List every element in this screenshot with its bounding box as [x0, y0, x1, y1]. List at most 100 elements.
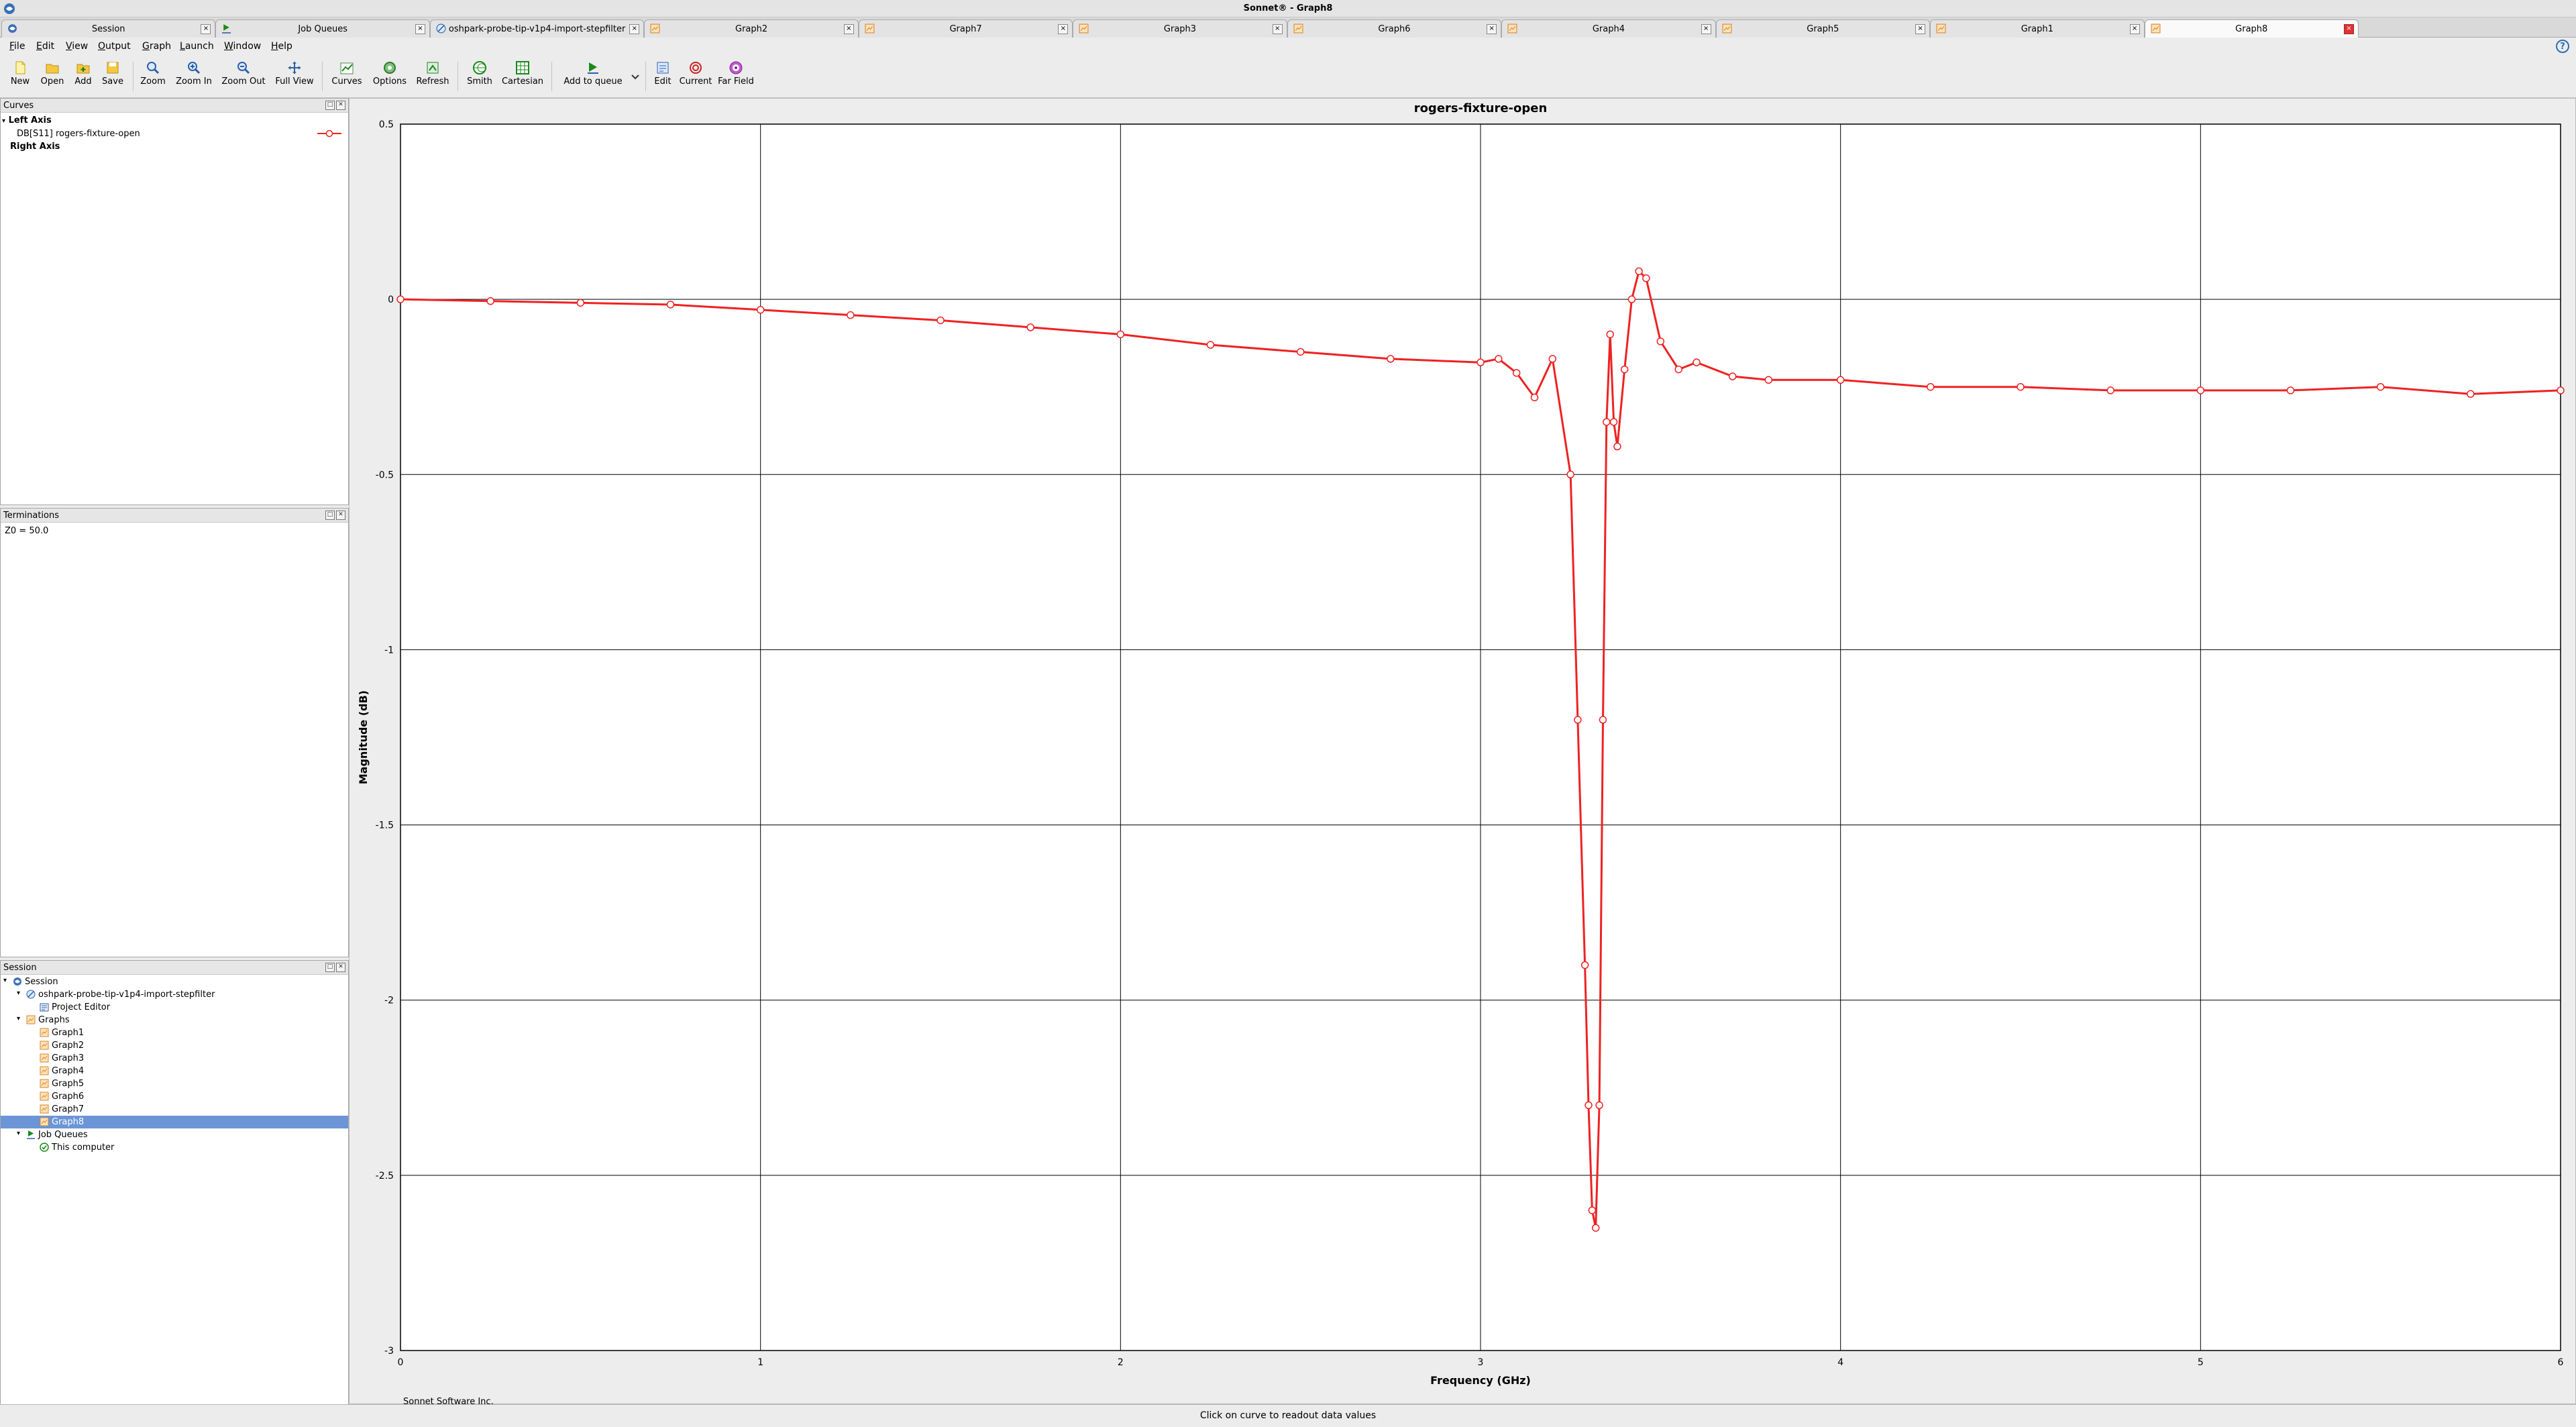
- close-icon[interactable]: ✕: [336, 963, 345, 972]
- data-point[interactable]: [1530, 393, 1539, 402]
- save-button[interactable]: Save: [99, 58, 126, 95]
- curves-button[interactable]: Curves: [327, 58, 366, 95]
- data-point[interactable]: [1635, 267, 1643, 276]
- restore-icon[interactable]: □: [325, 963, 335, 972]
- data-point[interactable]: [1512, 369, 1521, 377]
- data-point[interactable]: [396, 295, 405, 303]
- data-point[interactable]: [1495, 355, 1503, 363]
- expand-arrow-icon[interactable]: ▾: [3, 977, 7, 984]
- tree-item-project-editor[interactable]: Project Editor: [1, 1001, 348, 1014]
- data-point[interactable]: [1674, 365, 1682, 374]
- expand-arrow-icon[interactable]: ▾: [17, 1130, 20, 1137]
- curve-entry[interactable]: DB[S11] rogers-fixture-open: [17, 129, 140, 139]
- data-point[interactable]: [1656, 337, 1665, 346]
- data-point[interactable]: [1620, 365, 1629, 374]
- data-point[interactable]: [1477, 358, 1485, 366]
- data-point[interactable]: [1836, 376, 1845, 384]
- tab-graph5[interactable]: Graph5 ×: [1715, 19, 1931, 38]
- tab-graph3[interactable]: Graph3 ×: [1073, 19, 1287, 38]
- tree-item-this-computer[interactable]: This computer: [1, 1141, 348, 1154]
- options-button[interactable]: Options: [370, 58, 409, 95]
- tab-close-icon[interactable]: ×: [1487, 24, 1497, 34]
- data-point[interactable]: [2106, 386, 2114, 394]
- menu-help[interactable]: Help: [271, 41, 292, 52]
- tree-item-oshpark-probe-tip-v1p4-import-stepfilter[interactable]: ▾ oshpark-probe-tip-v1p4-import-stepfilte…: [1, 988, 348, 1001]
- add-button[interactable]: Add: [70, 58, 97, 95]
- add-to-queue-button[interactable]: Add to queue: [558, 58, 628, 95]
- tab-close-icon[interactable]: ×: [415, 24, 425, 34]
- right-axis-node[interactable]: Right Axis: [10, 142, 60, 152]
- tab-close-icon[interactable]: ×: [1915, 24, 1926, 34]
- data-point[interactable]: [756, 306, 765, 314]
- data-point[interactable]: [1588, 1206, 1597, 1214]
- menu-view[interactable]: View: [66, 41, 88, 52]
- tree-item-graph3[interactable]: Graph3: [1, 1052, 348, 1065]
- cartesian-button[interactable]: Cartesian: [499, 58, 546, 95]
- data-point[interactable]: [2196, 386, 2205, 394]
- data-point[interactable]: [1296, 348, 1305, 356]
- tab-close-icon[interactable]: ×: [1058, 24, 1069, 34]
- tab-session[interactable]: Session ×: [1, 19, 216, 38]
- data-point[interactable]: [576, 299, 585, 307]
- data-point[interactable]: [1613, 442, 1621, 451]
- zoom-in-button[interactable]: Zoom In: [173, 58, 215, 95]
- tab-graph4[interactable]: Graph4 ×: [1501, 19, 1716, 38]
- data-point[interactable]: [1387, 355, 1395, 363]
- tree-item-session[interactable]: ▾ Session: [1, 975, 348, 988]
- data-point[interactable]: [1728, 372, 1737, 380]
- data-point[interactable]: [486, 297, 494, 305]
- tab-close-icon[interactable]: ×: [843, 24, 854, 34]
- data-point[interactable]: [1116, 330, 1125, 339]
- tab-close-icon[interactable]: ×: [629, 24, 640, 34]
- data-point[interactable]: [1566, 470, 1574, 479]
- tab-close-icon[interactable]: ×: [1701, 24, 1711, 34]
- current-button[interactable]: Current: [676, 58, 715, 95]
- menu-graph[interactable]: Graph: [142, 41, 171, 52]
- expand-arrow-icon[interactable]: ▾: [17, 1015, 20, 1022]
- data-point[interactable]: [847, 311, 855, 319]
- data-point[interactable]: [1609, 418, 1618, 426]
- menu-output[interactable]: Output: [98, 41, 131, 52]
- menu-edit[interactable]: Edit: [36, 41, 54, 52]
- tree-item-graph4[interactable]: Graph4: [1, 1065, 348, 1077]
- tab-close-icon[interactable]: ×: [2343, 24, 2354, 34]
- tab-graph6[interactable]: Graph6 ×: [1287, 19, 1502, 38]
- help-icon[interactable]: ?: [2556, 40, 2569, 53]
- full-view-button[interactable]: Full View: [272, 58, 317, 95]
- menu-launch[interactable]: Launch: [180, 41, 214, 52]
- tab-job-queues[interactable]: Job Queues ×: [215, 19, 430, 38]
- expand-arrow-icon[interactable]: ▾: [17, 990, 20, 997]
- data-point[interactable]: [1693, 358, 1701, 366]
- data-point[interactable]: [1574, 716, 1582, 724]
- zoom-out-button[interactable]: Zoom Out: [219, 58, 268, 95]
- data-point[interactable]: [2376, 382, 2385, 391]
- smith-button[interactable]: Smith: [463, 58, 496, 95]
- data-point[interactable]: [1026, 323, 1034, 331]
- data-point[interactable]: [1606, 330, 1614, 339]
- tab-close-icon[interactable]: ×: [201, 24, 211, 34]
- edit-button[interactable]: Edit: [649, 58, 676, 95]
- data-point[interactable]: [1548, 355, 1557, 363]
- tab-graph7[interactable]: Graph7 ×: [858, 19, 1073, 38]
- data-point[interactable]: [1927, 382, 1935, 391]
- add-to-queue-dropdown[interactable]: [628, 58, 643, 95]
- data-point[interactable]: [1627, 295, 1636, 303]
- data-point[interactable]: [2467, 390, 2475, 398]
- restore-icon[interactable]: □: [325, 511, 335, 520]
- data-point[interactable]: [1580, 961, 1589, 969]
- tree-item-graph6[interactable]: Graph6: [1, 1090, 348, 1103]
- tree-item-graph8[interactable]: Graph8: [1, 1116, 348, 1128]
- data-point[interactable]: [1585, 1101, 1593, 1110]
- data-point[interactable]: [1599, 716, 1607, 724]
- close-icon[interactable]: ✕: [336, 101, 345, 110]
- data-point[interactable]: [666, 301, 675, 309]
- tree-item-graph5[interactable]: Graph5: [1, 1077, 348, 1090]
- tab-graph2[interactable]: Graph2 ×: [644, 19, 859, 38]
- tab-close-icon[interactable]: ×: [1272, 24, 1283, 34]
- tab-graph8[interactable]: Graph8 ×: [2144, 19, 2359, 38]
- tab-oshpark-probe-tip-v1p4-import-stepfilter[interactable]: oshpark-probe-tip-v1p4-import-stepfilter…: [429, 19, 645, 38]
- tab-close-icon[interactable]: ×: [2129, 24, 2140, 34]
- left-axis-node[interactable]: ▾ Left Axis: [2, 115, 52, 125]
- far-field-button[interactable]: Far Field: [714, 58, 758, 95]
- chart[interactable]: rogers-fixture-open 0 1 2 3 4 5 6 0.5 0 -0.5 -1 -1.5…: [350, 99, 2576, 1405]
